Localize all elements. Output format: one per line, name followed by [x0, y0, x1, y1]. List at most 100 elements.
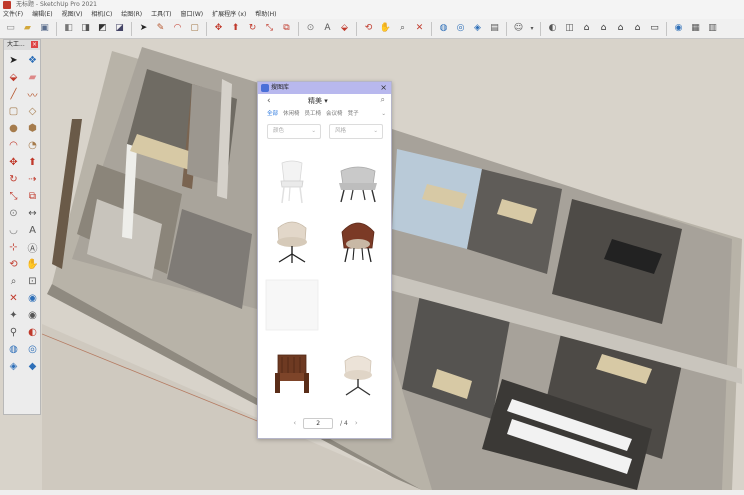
rotated-rectangle-icon[interactable]: ◇ [24, 103, 41, 119]
grey-lounge-chair-icon[interactable] [328, 152, 388, 210]
style-filter-dropdown[interactable]: 风格 ⌄ [329, 124, 383, 139]
move-icon[interactable]: ✥ [211, 21, 226, 36]
close-icon[interactable]: × [31, 41, 38, 48]
pie-icon[interactable]: ◔ [24, 137, 41, 153]
tab-staff-chair[interactable]: 员工椅 [305, 108, 322, 120]
text-label-icon[interactable]: A [24, 222, 41, 238]
scale-icon[interactable]: ⤡ [262, 21, 277, 36]
outliner-icon[interactable]: ▥ [705, 21, 720, 36]
menu-view[interactable]: 视图(V) [62, 10, 83, 19]
views-back-icon[interactable]: ⌂ [630, 21, 645, 36]
color-filter-dropdown[interactable]: 颜色 ⌄ [267, 124, 321, 139]
views-left-icon[interactable]: ▭ [647, 21, 662, 36]
axes-icon[interactable]: ⊹ [5, 239, 22, 255]
next-page-icon[interactable]: › [355, 419, 358, 427]
select-arrow-icon[interactable]: ➤ [136, 21, 151, 36]
section-plane-icon[interactable]: ◐ [545, 21, 560, 36]
new-file-icon[interactable]: ▭ [3, 21, 18, 36]
extension-warehouse-icon[interactable]: ◎ [24, 341, 41, 357]
wooden-lounge-chair-icon[interactable] [262, 344, 322, 402]
arc-icon[interactable]: ◠ [5, 137, 22, 153]
rectangle-icon[interactable]: ▢ [5, 103, 22, 119]
tab-stool[interactable]: 凳子 [348, 108, 359, 120]
cube-icon[interactable]: ◧ [61, 21, 76, 36]
warehouse-icon[interactable]: ◍ [5, 341, 22, 357]
circle-icon[interactable]: ● [5, 120, 22, 136]
position-camera-icon[interactable]: ✦ [5, 307, 22, 323]
pushpull-icon[interactable]: ⬆ [24, 154, 41, 170]
offset-icon[interactable]: ⧉ [24, 188, 41, 204]
model-viewport[interactable] [42, 39, 744, 490]
brown-shell-chair-icon[interactable] [328, 210, 388, 268]
save-icon[interactable]: ▣ [37, 21, 52, 36]
close-icon[interactable]: × [380, 82, 387, 94]
cream-swivel-chair-icon[interactable] [328, 344, 388, 402]
rotate-icon[interactable]: ↻ [245, 21, 260, 36]
polygon-icon[interactable]: ⬢ [24, 120, 41, 136]
white-plastic-chair-icon[interactable] [262, 152, 322, 210]
menu-window[interactable]: 窗口(W) [181, 10, 204, 19]
menu-draw[interactable]: 绘图(R) [121, 10, 142, 19]
eraser-icon[interactable]: ▰ [24, 69, 41, 85]
walk-icon[interactable]: ⚲ [5, 324, 22, 340]
views-top-icon[interactable]: ⌂ [579, 21, 594, 36]
category-selector[interactable]: 精美 ▾ [308, 96, 328, 106]
menu-extensions[interactable]: 扩展程序 (x) [212, 10, 246, 19]
zoom-extents-icon[interactable]: ✕ [412, 21, 427, 36]
back-arrow-icon[interactable]: ‹ [267, 96, 271, 106]
zoom-window-icon[interactable]: ⊡ [24, 273, 41, 289]
pushpull-icon[interactable]: ⬆ [228, 21, 243, 36]
share-model-icon[interactable]: ◈ [5, 358, 22, 374]
styles-icon[interactable]: ▤ [487, 21, 502, 36]
account-icon[interactable]: ☺ [511, 21, 526, 36]
send-to-layout-icon[interactable]: ◆ [24, 358, 41, 374]
search-icon[interactable]: ⌕ [381, 95, 385, 105]
zoom-extents-icon[interactable]: ✕ [5, 290, 22, 306]
line-icon[interactable]: ╱ [5, 86, 22, 102]
user-profile-icon[interactable]: ◉ [671, 21, 686, 36]
tool-palette-header[interactable]: 大工... × [4, 40, 40, 50]
beige-swivel-chair-icon[interactable] [262, 210, 322, 268]
views-right-icon[interactable]: ⌂ [613, 21, 628, 36]
followme-icon[interactable]: ⇢ [24, 171, 41, 187]
rotate-icon[interactable]: ↻ [5, 171, 22, 187]
prev-page-icon[interactable]: ‹ [293, 419, 296, 427]
menu-file[interactable]: 文件(F) [3, 10, 23, 19]
tab-meeting-chair[interactable]: 会议椅 [326, 108, 343, 120]
orbit-icon[interactable]: ⟲ [361, 21, 376, 36]
tape-measure-icon[interactable]: ⊙ [303, 21, 318, 36]
rectangle-icon[interactable]: ▢ [187, 21, 202, 36]
layout-icon[interactable]: ◈ [470, 21, 485, 36]
paint-bucket-icon[interactable]: ⬙ [337, 21, 352, 36]
protractor-icon[interactable]: ◡ [5, 222, 22, 238]
orbit-icon[interactable]: ⟲ [5, 256, 22, 272]
menu-camera[interactable]: 相机(C) [91, 10, 112, 19]
offset-icon[interactable]: ⧉ [279, 21, 294, 36]
box-icon[interactable]: ◨ [78, 21, 93, 36]
previous-view-icon[interactable]: ◉ [24, 290, 41, 306]
panel-title-bar[interactable]: 搜图库 × [258, 82, 391, 94]
scale-icon[interactable]: ⤡ [5, 188, 22, 204]
paint-bucket-icon[interactable]: ⬙ [5, 69, 22, 85]
make-component-icon[interactable]: ❖ [24, 52, 41, 68]
move-icon[interactable]: ✥ [5, 154, 22, 170]
tab-all[interactable]: 全部 [267, 108, 278, 120]
views-front-icon[interactable]: ⌂ [596, 21, 611, 36]
pan-icon[interactable]: ✋ [24, 256, 41, 272]
tape-measure-icon[interactable]: ⊙ [5, 205, 22, 221]
menu-help[interactable]: 帮助(H) [255, 10, 276, 19]
chevron-down-icon[interactable]: ⌄ [381, 108, 386, 120]
dimension-icon[interactable]: ↔ [24, 205, 41, 221]
tab-lounge-chair[interactable]: 休闲椅 [283, 108, 300, 120]
open-file-icon[interactable]: ▰ [20, 21, 35, 36]
zoom-icon[interactable]: ⌕ [5, 273, 22, 289]
warehouse-icon[interactable]: ◍ [436, 21, 451, 36]
text-label-icon[interactable]: A [320, 21, 335, 36]
account-dropdown-icon[interactable]: ▾ [528, 21, 536, 36]
pencil-icon[interactable]: ✎ [153, 21, 168, 36]
box-solid-icon[interactable]: ◩ [95, 21, 110, 36]
instructor-icon[interactable]: ▦ [688, 21, 703, 36]
select-arrow-icon[interactable]: ➤ [5, 52, 22, 68]
look-around-icon[interactable]: ◉ [24, 307, 41, 323]
menu-tools[interactable]: 工具(T) [151, 10, 171, 19]
